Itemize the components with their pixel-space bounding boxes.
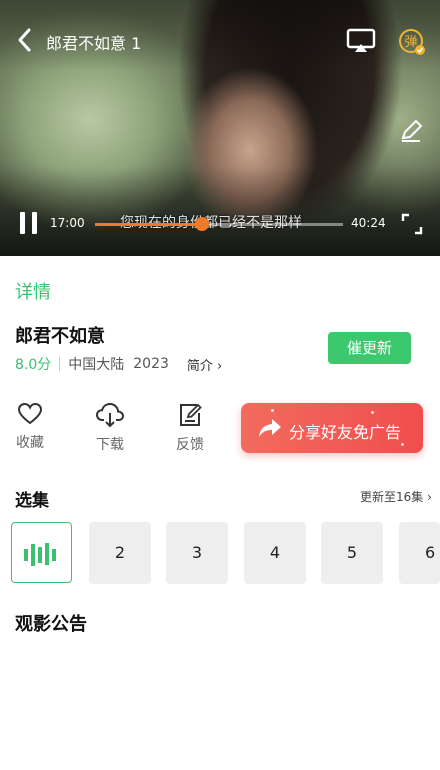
seek-bar-fill [95,223,202,226]
player-title: 郎君不如意 1 [46,34,142,53]
feedback-edit-icon [180,403,202,426]
meta-divider [59,357,61,371]
share-arrow-icon [259,419,281,437]
request-update-button[interactable]: 催更新 [328,332,411,364]
share-no-ads-button[interactable]: 分享好友免广告 [241,403,423,453]
episode-button[interactable]: 3 [166,522,228,584]
show-meta: 8.0分 中国大陆 2023 简介 › [15,354,222,374]
episode-button[interactable]: 2 [89,522,151,584]
show-title: 郎君不如意 [15,326,105,347]
download-button[interactable]: 下载 [90,402,130,454]
danmaku-toggle-icon[interactable]: 弹 [397,27,427,57]
pencil-edit-icon[interactable] [398,118,424,144]
heart-icon [17,402,43,425]
back-arrow-icon[interactable] [14,26,36,54]
tab-details[interactable]: 详情 [15,278,51,304]
show-year: 2023 [133,356,169,372]
feedback-label: 反馈 [176,437,204,453]
episode-1-playing[interactable] [11,522,72,583]
download-label: 下载 [96,437,124,453]
current-time: 17:00 [50,216,85,230]
episode-button[interactable]: 6 [399,522,440,584]
seek-bar[interactable] [95,217,343,231]
notice-section-title: 观影公告 [15,614,87,635]
sparkle-decoration [271,409,274,412]
show-region: 中国大陆 [68,357,125,373]
video-player[interactable]: 郎君不如意 1 弹 您现在的身份都已经不是那样 17:00 40:24 [0,0,440,256]
sparkle-decoration [371,411,374,414]
feedback-button[interactable]: 反馈 [170,402,210,454]
download-cloud-icon [95,402,125,428]
show-score: 8.0分 [15,357,52,373]
favorite-button[interactable]: 收藏 [10,402,50,452]
episode-button[interactable]: 4 [244,522,306,584]
episodes-section-title: 选集 [15,491,49,511]
cast-screen-icon[interactable] [346,28,376,54]
video-subtitle: 您现在的身份都已经不是那样 [120,215,302,231]
player-bottom-shade [0,166,440,256]
intro-link[interactable]: 简介 › [187,355,222,374]
episodes-update-status[interactable]: 更新至16集 › [360,488,432,505]
fullscreen-icon[interactable] [400,212,424,236]
episode-button[interactable]: 5 [321,522,383,584]
pause-icon[interactable] [18,210,40,236]
sparkle-decoration [401,443,404,446]
playing-equalizer-icon [23,542,56,566]
seek-bar-thumb[interactable] [194,217,209,231]
favorite-label: 收藏 [16,435,44,451]
share-label: 分享好友免广告 [289,423,402,442]
total-time: 40:24 [351,216,386,230]
